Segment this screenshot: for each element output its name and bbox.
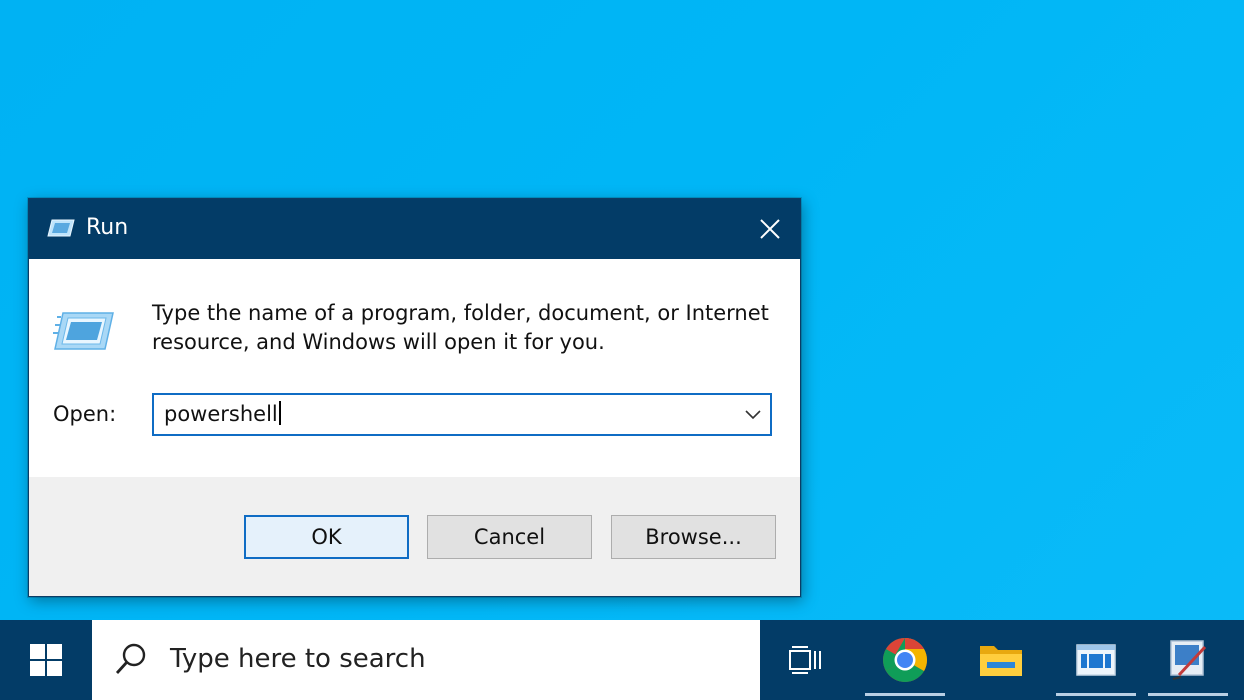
chevron-down-icon	[745, 409, 761, 419]
task-view-button[interactable]	[766, 620, 846, 700]
dialog-footer: OK Cancel Browse...	[29, 477, 800, 596]
taskbar-app-window[interactable]	[1056, 620, 1136, 700]
active-indicator	[1148, 693, 1228, 696]
run-dialog: Run Type the name of a program, folder, …	[28, 198, 801, 597]
dialog-description: Type the name of a program, folder, docu…	[152, 301, 769, 354]
active-indicator	[865, 693, 945, 696]
taskbar-chrome[interactable]	[865, 620, 945, 700]
chrome-icon	[883, 638, 927, 682]
close-icon	[760, 219, 780, 239]
run-program-icon	[53, 312, 114, 350]
ok-button[interactable]: OK	[244, 515, 409, 559]
app-window-icon	[1076, 644, 1116, 676]
open-combobox[interactable]: powershell	[152, 393, 772, 436]
taskbar: Type here to search	[0, 620, 1244, 700]
dialog-title: Run	[86, 215, 129, 240]
windows-start-icon	[30, 644, 62, 676]
task-view-icon	[789, 646, 821, 674]
close-button[interactable]	[740, 199, 800, 259]
start-button[interactable]	[0, 620, 92, 700]
file-explorer-icon	[980, 646, 1022, 676]
taskbar-paint[interactable]	[1148, 620, 1228, 700]
open-input[interactable]: powershell	[164, 401, 281, 427]
taskbar-file-explorer[interactable]	[961, 620, 1041, 700]
open-label: Open:	[53, 402, 117, 426]
paint-icon	[1170, 640, 1207, 680]
title-bar[interactable]: Run	[29, 199, 800, 259]
browse-button[interactable]: Browse...	[611, 515, 776, 559]
search-icon	[115, 643, 146, 674]
text-caret	[278, 401, 281, 425]
taskbar-search-box[interactable]: Type here to search	[92, 620, 760, 700]
dialog-body: Type the name of a program, folder, docu…	[29, 259, 800, 477]
cancel-button[interactable]: Cancel	[427, 515, 592, 559]
search-placeholder: Type here to search	[170, 644, 426, 674]
dropdown-button[interactable]	[736, 395, 770, 434]
run-icon	[47, 219, 75, 237]
active-indicator	[1056, 693, 1136, 696]
